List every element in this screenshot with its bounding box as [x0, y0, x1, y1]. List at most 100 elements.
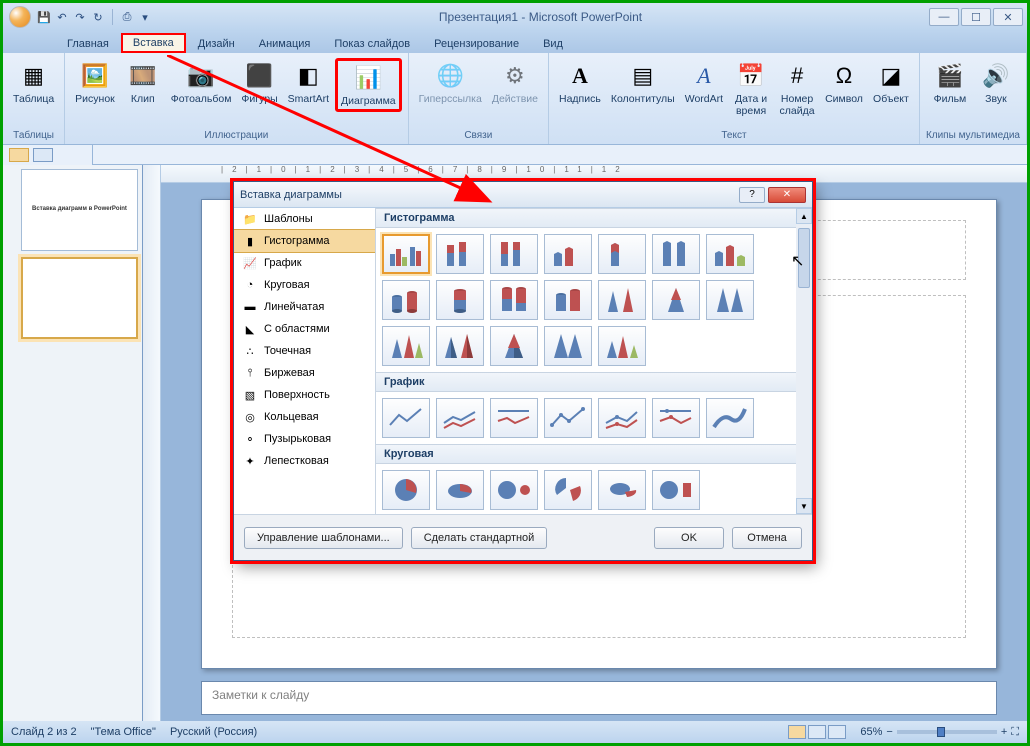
chart-type-clustered-cylinder[interactable] [382, 280, 430, 320]
table-button[interactable]: ▦ Таблица [9, 58, 58, 108]
minimize-button[interactable]: — [929, 8, 959, 26]
chart-type-exploded-pie[interactable] [544, 470, 592, 510]
chart-type-3d-cone[interactable] [382, 326, 430, 366]
print-icon[interactable]: ⎙ [120, 10, 134, 24]
view-show-icon[interactable] [828, 725, 846, 739]
chart-type-line-markers[interactable] [544, 398, 592, 438]
cat-doughnut[interactable]: ◎Кольцевая [234, 406, 375, 428]
chart-type-100-stacked-column[interactable] [490, 234, 538, 274]
slidenumber-button[interactable]: #Номер слайда [775, 58, 819, 119]
notes-pane[interactable]: Заметки к слайду [201, 681, 997, 715]
chart-type-pie[interactable] [382, 470, 430, 510]
chart-type-line[interactable] [382, 398, 430, 438]
tab-animation[interactable]: Анимация [247, 35, 323, 53]
cat-pie[interactable]: ◔Круговая [234, 274, 375, 296]
tab-design[interactable]: Дизайн [186, 35, 247, 53]
cat-column[interactable]: ▮Гистограмма [234, 229, 376, 253]
chart-type-3d-column[interactable] [706, 234, 754, 274]
chart-type-stacked-cone[interactable] [652, 280, 700, 320]
cat-surface[interactable]: ▧Поверхность [234, 384, 375, 406]
chart-type-exploded-3d-pie[interactable] [598, 470, 646, 510]
hyperlink-button[interactable]: 🌐Гиперссылка [415, 58, 486, 108]
chart-type-3d-stacked-column[interactable] [598, 234, 646, 274]
cat-area[interactable]: ◣С областями [234, 318, 375, 340]
chart-type-clustered-cone[interactable] [598, 280, 646, 320]
office-button[interactable] [9, 6, 31, 28]
cat-bubble[interactable]: ⚬Пузырьковая [234, 428, 375, 450]
photoalbum-button[interactable]: 📷Фотоальбом [167, 58, 236, 108]
chart-type-100-stacked-pyramid[interactable] [544, 326, 592, 366]
symbol-button[interactable]: ΩСимвол [821, 58, 867, 108]
chart-type-3d-100-stacked-column[interactable] [652, 234, 700, 274]
redo-icon[interactable]: ↷ [73, 10, 87, 24]
cancel-button[interactable]: Отмена [732, 527, 802, 549]
chart-type-pie-of-pie[interactable] [490, 470, 538, 510]
chart-type-clustered-pyramid[interactable] [436, 326, 484, 366]
chart-type-100-stacked-line[interactable] [490, 398, 538, 438]
chart-type-100-stacked-cylinder[interactable] [490, 280, 538, 320]
datetime-button[interactable]: 📅Дата и время [729, 58, 773, 119]
tab-view[interactable]: Вид [531, 35, 575, 53]
chart-type-stacked-column[interactable] [436, 234, 484, 274]
chart-type-stacked-pyramid[interactable] [490, 326, 538, 366]
dialog-close-button[interactable]: ✕ [768, 187, 806, 203]
action-button[interactable]: ⚙Действие [488, 58, 542, 108]
smartart-button[interactable]: ◧SmartArt [284, 58, 333, 108]
chart-type-stacked-cylinder[interactable] [436, 280, 484, 320]
manage-templates-button[interactable]: Управление шаблонами... [244, 527, 403, 549]
close-button[interactable]: ✕ [993, 8, 1023, 26]
view-normal-icon[interactable] [788, 725, 806, 739]
vertical-ruler [143, 165, 161, 721]
chart-type-clustered-column[interactable] [382, 234, 430, 274]
ok-button[interactable]: OK [654, 527, 724, 549]
tab-home[interactable]: Главная [55, 35, 121, 53]
slide-thumb-1[interactable]: Вставка диаграмм в PowerPoint [21, 169, 138, 251]
cat-stock[interactable]: ⫯Биржевая [234, 362, 375, 384]
cat-radar[interactable]: ✦Лепестковая [234, 450, 375, 472]
undo-icon[interactable]: ↶ [55, 10, 69, 24]
save-icon[interactable]: 💾 [37, 10, 51, 24]
tab-review[interactable]: Рецензирование [422, 35, 531, 53]
slides-view-button[interactable] [9, 148, 29, 162]
chart-type-stacked-line[interactable] [436, 398, 484, 438]
chart-type-bar-of-pie[interactable] [652, 470, 700, 510]
repeat-icon[interactable]: ↻ [91, 10, 105, 24]
chart-button[interactable]: 📊Диаграмма [335, 58, 402, 112]
textbox-button[interactable]: AНадпись [555, 58, 605, 108]
picture-button[interactable]: 🖼️Рисунок [71, 58, 119, 108]
chart-type-3d-clustered-column[interactable] [544, 234, 592, 274]
dialog-titlebar: Вставка диаграммы ? ✕ [234, 182, 812, 208]
chart-type-3d-line[interactable] [706, 398, 754, 438]
wordart-button[interactable]: AWordArt [681, 58, 727, 108]
qat-menu-icon[interactable]: ▾ [138, 10, 152, 24]
tab-insert[interactable]: Вставка [121, 33, 186, 53]
movie-button[interactable]: 🎬Фильм [928, 58, 972, 108]
chart-type-stacked-line-markers[interactable] [598, 398, 646, 438]
zoom-fit-icon[interactable]: ⛶ [1011, 726, 1019, 739]
dialog-help-button[interactable]: ? [739, 187, 765, 203]
tab-slideshow[interactable]: Показ слайдов [322, 35, 422, 53]
cat-bar[interactable]: ▬Линейчатая [234, 296, 375, 318]
chart-type-3d-cylinder[interactable] [544, 280, 592, 320]
sound-button[interactable]: 🔊Звук [974, 58, 1018, 108]
maximize-button[interactable]: ☐ [961, 8, 991, 26]
cat-xy[interactable]: ∴Точечная [234, 340, 375, 362]
outline-view-button[interactable] [33, 148, 53, 162]
chart-type-100-stacked-line-markers[interactable] [652, 398, 700, 438]
set-default-button[interactable]: Сделать стандартной [411, 527, 548, 549]
cat-line[interactable]: 📈График [234, 252, 375, 274]
zoom-slider[interactable] [897, 730, 997, 734]
object-button[interactable]: ◪Объект [869, 58, 913, 108]
shapes-button[interactable]: ⬛Фигуры [237, 58, 281, 108]
clip-button[interactable]: 🎞️Клип [121, 58, 165, 108]
slide-thumb-2[interactable] [21, 257, 138, 339]
surface-chart-icon: ▧ [242, 388, 258, 402]
headerfooter-button[interactable]: ▤Колонтитулы [607, 58, 679, 108]
view-sorter-icon[interactable] [808, 725, 826, 739]
cat-templates[interactable]: 📁Шаблоны [234, 208, 375, 230]
chart-type-3d-pie[interactable] [436, 470, 484, 510]
chart-type-100-stacked-cone[interactable] [706, 280, 754, 320]
zoom-in-icon[interactable]: + [1001, 726, 1007, 738]
zoom-out-icon[interactable]: − [886, 726, 892, 738]
chart-type-3d-pyramid[interactable] [598, 326, 646, 366]
